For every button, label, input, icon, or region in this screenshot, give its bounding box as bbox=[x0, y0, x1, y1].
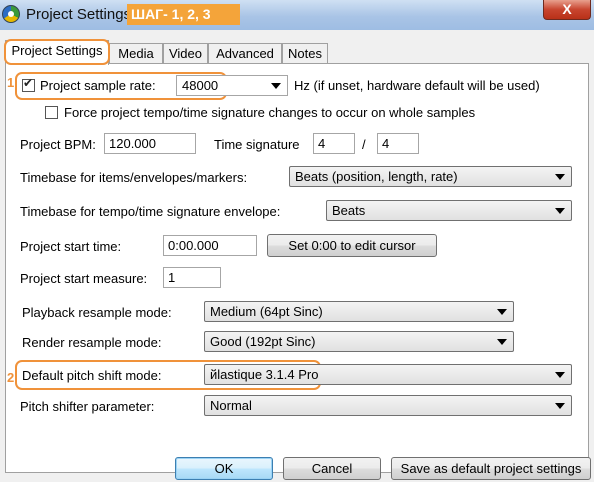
annotation-marker-2: 2 bbox=[7, 370, 15, 385]
tab-notes[interactable]: Notes bbox=[282, 43, 328, 64]
time-signature-label: Time signature bbox=[214, 137, 300, 152]
start-measure-input[interactable]: 1 bbox=[163, 267, 221, 288]
playback-resample-label: Playback resample mode: bbox=[22, 305, 172, 320]
sample-rate-combo[interactable]: 48000 bbox=[176, 75, 288, 96]
pitch-shift-label: Default pitch shift mode: bbox=[22, 368, 162, 383]
dialog-client-area: Project Settings Media Video Advanced No… bbox=[0, 30, 594, 482]
pitch-shift-value: йlastique 3.1.4 Pro bbox=[210, 367, 319, 382]
bpm-label: Project BPM: bbox=[20, 137, 96, 152]
start-time-label: Project start time: bbox=[20, 239, 122, 254]
pitch-param-label: Pitch shifter parameter: bbox=[20, 399, 155, 414]
timebase-items-select[interactable]: Beats (position, length, rate) bbox=[289, 166, 572, 187]
start-time-input[interactable]: 0:00.000 bbox=[163, 235, 257, 256]
start-measure-label: Project start measure: bbox=[20, 271, 148, 286]
project-settings-panel: 1 Project sample rate: 48000 Hz (if unse… bbox=[5, 63, 589, 473]
render-resample-select[interactable]: Good (192pt Sinc) bbox=[204, 331, 514, 352]
playback-resample-select[interactable]: Medium (64pt Sinc) bbox=[204, 301, 514, 322]
timebase-items-label: Timebase for items/envelopes/markers: bbox=[20, 170, 248, 185]
render-resample-value: Good (192pt Sinc) bbox=[210, 334, 316, 349]
annotation-marker-1: 1 bbox=[7, 75, 15, 90]
pitch-shift-select[interactable]: йlastique 3.1.4 Pro bbox=[204, 364, 572, 385]
reaper-app-icon bbox=[2, 5, 20, 23]
force-tempo-checkbox[interactable] bbox=[45, 106, 58, 119]
sample-rate-hint: Hz (if unset, hardware default will be u… bbox=[294, 78, 540, 93]
chevron-down-icon bbox=[497, 309, 507, 315]
window-title: Project Settings bbox=[26, 6, 132, 23]
timebase-tempo-select[interactable]: Beats bbox=[326, 200, 572, 221]
ok-button[interactable]: OK bbox=[175, 457, 273, 480]
chevron-down-icon bbox=[555, 174, 565, 180]
bpm-input[interactable]: 120.000 bbox=[104, 133, 196, 154]
chevron-down-icon bbox=[555, 372, 565, 378]
force-tempo-label: Force project tempo/time signature chang… bbox=[64, 105, 476, 120]
title-bar: Project Settings ШАГ- 1, 2, 3 X bbox=[0, 0, 594, 30]
tab-advanced[interactable]: Advanced bbox=[208, 43, 282, 64]
tab-media[interactable]: Media bbox=[109, 43, 163, 64]
chevron-down-icon bbox=[555, 208, 565, 214]
chevron-down-icon bbox=[497, 339, 507, 345]
cancel-button[interactable]: Cancel bbox=[283, 457, 381, 480]
time-signature-denominator-input[interactable]: 4 bbox=[377, 133, 419, 154]
sample-rate-checkbox[interactable] bbox=[22, 76, 35, 92]
tab-video[interactable]: Video bbox=[163, 43, 208, 64]
pitch-param-select[interactable]: Normal bbox=[204, 395, 572, 416]
timebase-items-value: Beats (position, length, rate) bbox=[295, 169, 458, 184]
time-signature-numerator-input[interactable]: 4 bbox=[313, 133, 355, 154]
step-annotation-tag: ШАГ- 1, 2, 3 bbox=[127, 4, 240, 25]
set-edit-cursor-button[interactable]: Set 0:00 to edit cursor bbox=[267, 234, 437, 257]
tab-highlight-outline bbox=[4, 39, 110, 65]
chevron-down-icon bbox=[271, 83, 281, 89]
pitch-param-value: Normal bbox=[210, 398, 252, 413]
playback-resample-value: Medium (64pt Sinc) bbox=[210, 304, 323, 319]
render-resample-label: Render resample mode: bbox=[22, 335, 162, 350]
save-default-button[interactable]: Save as default project settings bbox=[391, 457, 591, 480]
timebase-tempo-label: Timebase for tempo/time signature envelo… bbox=[20, 204, 281, 219]
close-button[interactable]: X bbox=[543, 0, 591, 20]
timebase-tempo-value: Beats bbox=[332, 203, 366, 218]
sample-rate-label: Project sample rate: bbox=[40, 78, 156, 93]
chevron-down-icon bbox=[555, 403, 565, 409]
time-signature-separator: / bbox=[362, 137, 366, 152]
sample-rate-value: 48000 bbox=[182, 78, 219, 93]
